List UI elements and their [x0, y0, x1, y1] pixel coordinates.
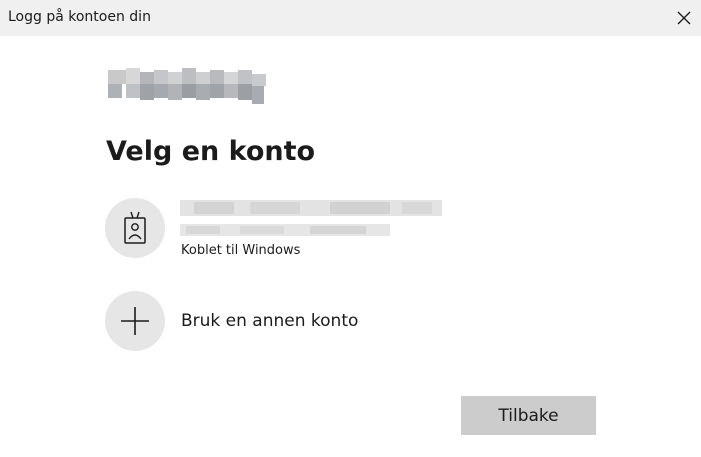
close-button[interactable]: [667, 0, 701, 36]
account-status: Koblet til Windows: [181, 243, 301, 258]
close-icon: [677, 11, 691, 25]
use-another-account-label: Bruk en annen konto: [181, 311, 359, 331]
blurred-logo: [108, 68, 266, 104]
back-button[interactable]: Tilbake: [461, 396, 596, 435]
account-email-redacted: [180, 224, 390, 236]
plus-circle: [105, 291, 165, 351]
badge-icon: [124, 211, 146, 244]
plus-icon: [121, 307, 149, 335]
page-title: Velg en konto: [106, 136, 316, 167]
account-avatar: [105, 198, 165, 258]
account-name-redacted: [180, 200, 442, 216]
title-bar: Logg på kontoen din: [0, 0, 701, 36]
window-title: Logg på kontoen din: [8, 9, 151, 25]
account-item[interactable]: Koblet til Windows: [105, 198, 465, 262]
use-another-account[interactable]: Bruk en annen konto: [105, 291, 405, 351]
